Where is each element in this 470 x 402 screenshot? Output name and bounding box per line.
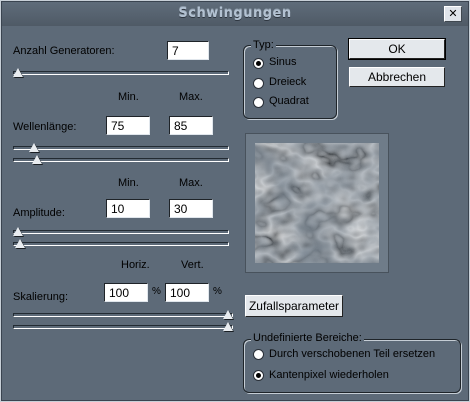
random-parameters-button[interactable]: Zufallsparameter [245, 295, 343, 317]
amplitude-max-field[interactable]: 30 [169, 199, 213, 218]
wave-preview-image [255, 143, 379, 263]
undefined-areas-title: Undefinierte Bereiche: [251, 332, 364, 344]
scaling-vert-unit: % [213, 286, 222, 297]
scaling-horiz-slider-track[interactable] [13, 313, 233, 317]
generators-field[interactable]: 7 [167, 41, 209, 60]
generators-label: Anzahl Generatoren: [13, 45, 115, 57]
amplitude-max-header: Max. [179, 177, 203, 189]
repeat-edge-label[interactable]: Kantenpixel wiederholen [269, 369, 389, 381]
amplitude-min-slider-track[interactable] [13, 230, 229, 234]
dialog-window: Schwingungen ✕ Anzahl Generatoren: 7 Min… [0, 0, 470, 402]
replace-shifted-radio[interactable] [253, 349, 264, 360]
generators-slider-thumb[interactable] [13, 68, 23, 77]
wavelength-min-slider-thumb[interactable] [29, 143, 40, 152]
wavelength-max-slider-track[interactable] [13, 158, 229, 162]
amplitude-min-slider-thumb[interactable] [13, 227, 23, 236]
amplitude-max-slider-track[interactable] [13, 242, 229, 246]
amplitude-max-slider-thumb[interactable] [15, 239, 26, 248]
repeat-edge-radio[interactable] [253, 370, 264, 381]
type-group-title: Typ: [251, 39, 276, 51]
title-bar[interactable]: Schwingungen ✕ [2, 2, 468, 26]
amplitude-label: Amplitude: [13, 207, 65, 219]
wavelength-max-slider-thumb[interactable] [31, 155, 42, 164]
scaling-vert-header: Vert. [181, 259, 204, 271]
cancel-button[interactable]: Abbrechen [349, 67, 445, 87]
wavelength-min-slider-track[interactable] [13, 146, 229, 150]
wavelength-min-header: Min. [118, 91, 139, 103]
scaling-horiz-slider-thumb[interactable] [223, 310, 233, 319]
type-dreieck-radio[interactable] [253, 78, 264, 89]
type-sinus-radio[interactable] [253, 58, 264, 69]
type-quadrat-radio[interactable] [253, 97, 264, 108]
scaling-label: Skalierung: [13, 291, 69, 303]
scaling-vert-slider-track[interactable] [13, 325, 233, 329]
scaling-vert-field[interactable]: 100 [165, 283, 209, 302]
wavelength-max-field[interactable]: 85 [169, 116, 213, 135]
amplitude-min-field[interactable]: 10 [106, 199, 150, 218]
ok-button[interactable]: OK [348, 38, 446, 60]
preview-frame [245, 133, 389, 273]
type-dreieck-label[interactable]: Dreieck [269, 76, 306, 88]
wavelength-label: Wellenlänge: [13, 121, 77, 133]
wavelength-min-field[interactable]: 75 [106, 116, 150, 135]
scaling-horiz-field[interactable]: 100 [104, 283, 148, 302]
window-title: Schwingungen [178, 6, 292, 21]
scaling-horiz-header: Horiz. [121, 259, 150, 271]
generators-slider-track[interactable] [13, 71, 229, 75]
type-quadrat-label[interactable]: Quadrat [269, 95, 309, 107]
scaling-horiz-unit: % [152, 286, 161, 297]
close-icon[interactable]: ✕ [444, 6, 462, 22]
type-sinus-label[interactable]: Sinus [269, 56, 297, 68]
amplitude-min-header: Min. [118, 177, 139, 189]
wavelength-max-header: Max. [179, 91, 203, 103]
replace-shifted-label[interactable]: Durch verschobenen Teil ersetzen [269, 348, 435, 360]
scaling-vert-slider-thumb[interactable] [223, 322, 233, 331]
